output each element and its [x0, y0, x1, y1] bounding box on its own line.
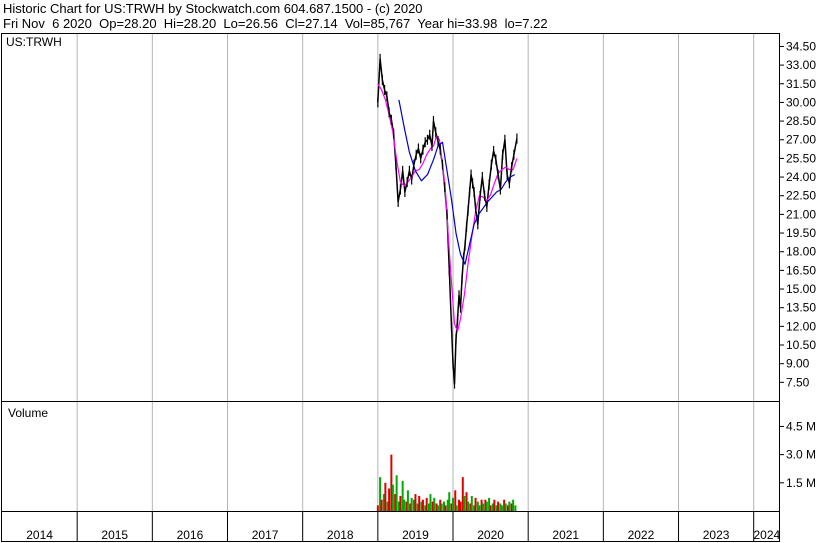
year-tick-label: 2023: [703, 528, 730, 542]
price-tick-label: 10.50: [786, 338, 816, 352]
price-tick-label: 27.00: [786, 133, 816, 147]
price-tick-label: 7.50: [786, 375, 810, 389]
year-tick-label: 2016: [177, 528, 204, 542]
year-tick-label: 2015: [101, 528, 128, 542]
volume-bar: [444, 505, 447, 511]
volume-bar: [414, 494, 417, 511]
price-tick-label: 19.50: [786, 226, 816, 240]
volume-bar: [425, 497, 428, 511]
volume-bar: [470, 495, 473, 511]
volume-bar: [482, 503, 485, 511]
price-tick-label: 18.00: [786, 245, 816, 259]
volume-bar: [455, 505, 458, 511]
year-tick-label: 2022: [628, 528, 655, 542]
volume-bar: [376, 505, 379, 511]
price-tick-label: 25.50: [786, 151, 816, 165]
volume-bar: [459, 501, 462, 511]
volume-bar: [478, 505, 481, 511]
volume-bar: [474, 497, 477, 511]
year-tick-label: 2018: [327, 528, 354, 542]
year-tick-label: 2020: [477, 528, 504, 542]
price-tick-label: 24.00: [786, 170, 816, 184]
volume-bar: [406, 490, 409, 511]
volume-bar: [399, 495, 402, 511]
year-tick-label: 2024: [753, 528, 780, 542]
volume-bar: [433, 497, 436, 511]
price-tick-label: 21.00: [786, 207, 816, 221]
volume-bar: [418, 495, 421, 511]
volume-bar: [421, 499, 424, 511]
volume-axis: 4.5 M 3.0 M 1.5 M: [780, 419, 816, 490]
price-tick-label: 33.00: [786, 58, 816, 72]
price-tick-label: 9.00: [786, 357, 810, 371]
price-tick-label: 31.50: [786, 77, 816, 91]
volume-bar: [384, 482, 387, 511]
price-tick-label: 16.50: [786, 263, 816, 277]
volume-label: Volume: [8, 406, 48, 420]
volume-bar: [497, 501, 500, 511]
historic-chart: US:TRWH 34.50 33.00 31.50 30.00 28.50 27.00 25…: [1, 33, 816, 542]
price-tick-label: 34.50: [786, 39, 816, 53]
price-tick-label: 22.50: [786, 189, 816, 203]
volume-bar: [440, 503, 443, 511]
volume-bar: [429, 494, 432, 511]
volume-bar: [448, 492, 451, 511]
volume-bar: [463, 495, 466, 511]
volume-tick-label: 3.0 M: [786, 448, 816, 462]
volume-bar: [493, 499, 496, 511]
price-tick-label: 30.00: [786, 95, 816, 109]
volume-bar: [391, 484, 394, 511]
volume-bar: [380, 499, 383, 511]
volume-bar: [403, 499, 406, 511]
volume-bar: [512, 499, 515, 511]
volume-bar: [410, 497, 413, 511]
volume-bar: [452, 497, 455, 511]
symbol-label: US:TRWH: [6, 35, 62, 49]
volume-bar: [489, 505, 492, 511]
volume-tick-label: 1.5 M: [786, 476, 816, 490]
price-tick-label: 12.00: [786, 319, 816, 333]
volume-bar: [485, 501, 488, 511]
year-tick-label: 2017: [252, 528, 279, 542]
volume-bar: [500, 505, 503, 511]
price-tick-label: 15.00: [786, 282, 816, 296]
year-tick-label: 2021: [552, 528, 579, 542]
volume-bar: [467, 501, 470, 511]
volume-tick-label: 4.5 M: [786, 419, 816, 433]
price-axis: 34.50 33.00 31.50 30.00 28.50 27.00 25.50 24.00…: [780, 39, 816, 389]
price-panel: [1, 33, 780, 402]
volume-bar: [436, 505, 439, 511]
price-tick-label: 28.50: [786, 114, 816, 128]
volume-bar: [395, 475, 398, 511]
year-tick-label: 2014: [26, 528, 53, 542]
price-tick-label: 13.50: [786, 301, 816, 315]
volume-bar: [388, 488, 391, 511]
volume-bar: [514, 505, 517, 511]
volume-bar: [504, 503, 507, 511]
volume-bar: [508, 501, 511, 511]
year-tick-label: 2019: [402, 528, 429, 542]
